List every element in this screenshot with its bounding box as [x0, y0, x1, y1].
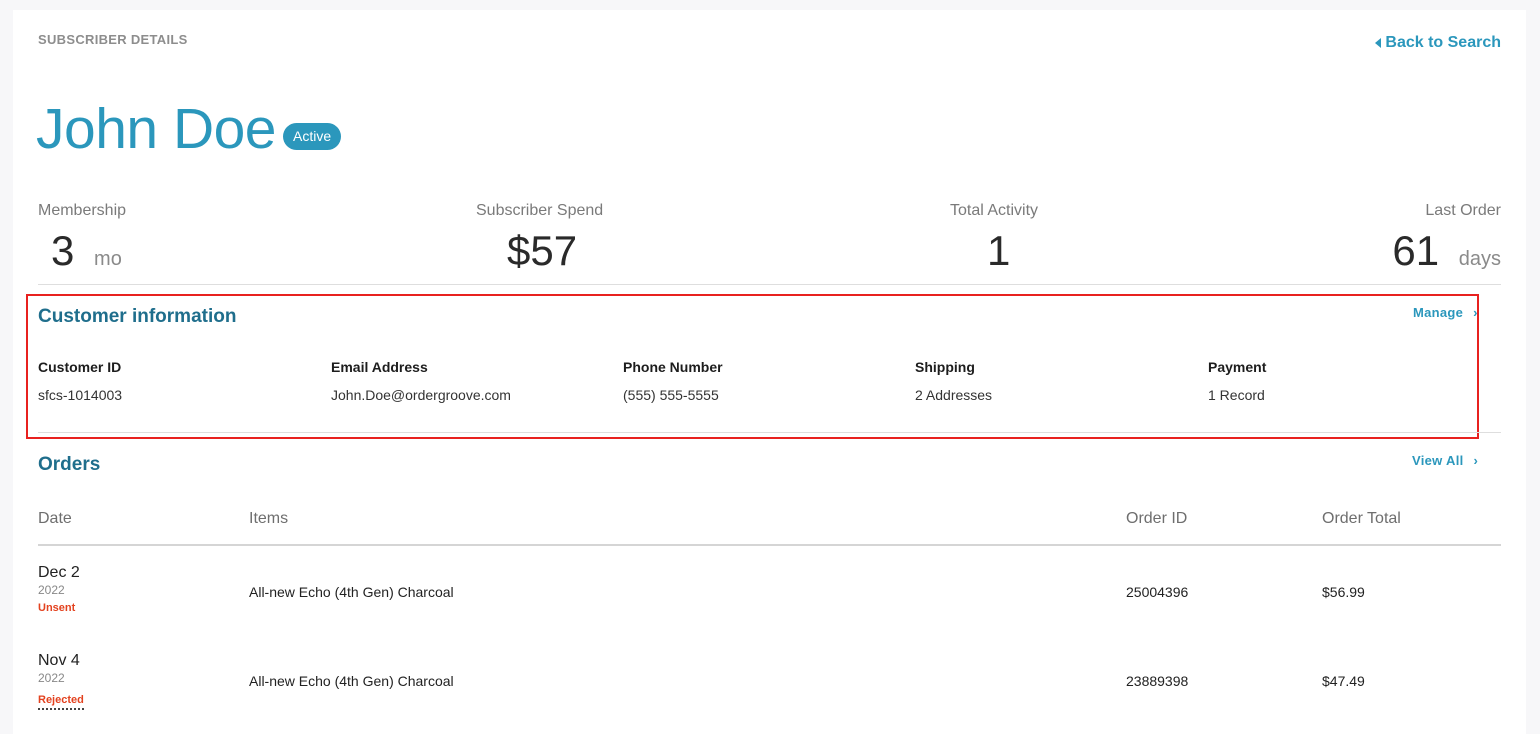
status-badge: Active [283, 123, 342, 150]
manage-link[interactable]: Manage › [1413, 305, 1478, 320]
column-header-items: Items [249, 510, 289, 527]
stat-activity-value: 1 [987, 227, 1011, 274]
email-label: Email Address [331, 359, 428, 375]
order-date: Nov 4 [38, 652, 80, 669]
customer-info-title: Customer information [38, 306, 237, 327]
table-row[interactable]: Dec 2 2022 Unsent [38, 564, 80, 614]
column-header-order-id: Order ID [1126, 510, 1188, 527]
stat-membership-number: 3 [51, 227, 75, 274]
order-total: $47.49 [1322, 673, 1365, 689]
order-year: 2022 [38, 671, 65, 685]
column-header-order-total: Order Total [1322, 510, 1401, 527]
orders-title: Orders [38, 454, 101, 475]
order-year: 2022 [38, 583, 65, 597]
order-id: 25004396 [1126, 584, 1189, 600]
order-total: $56.99 [1322, 584, 1365, 600]
chevron-right-icon: › [1473, 305, 1478, 320]
section-title: SUBSCRIBER DETAILS [38, 32, 188, 47]
phone-label: Phone Number [623, 359, 723, 375]
stat-last-order-label: Last Order [1425, 202, 1501, 219]
back-to-search-label: Back to Search [1385, 34, 1501, 51]
order-item: All-new Echo (4th Gen) Charcoal [249, 673, 454, 689]
stat-membership-label: Membership [38, 202, 127, 219]
customer-id-label: Customer ID [38, 359, 122, 375]
stat-activity-label: Total Activity [950, 202, 1039, 219]
shipping-value: 2 Addresses [915, 387, 993, 403]
order-item: All-new Echo (4th Gen) Charcoal [249, 584, 454, 600]
subscriber-name: John Doe [36, 97, 277, 161]
stat-spend-value: $57 [507, 227, 578, 274]
caret-left-icon [1375, 38, 1382, 48]
order-status: Unsent [38, 602, 76, 614]
customer-id-value: sfcs-1014003 [38, 387, 123, 403]
payment-label: Payment [1208, 359, 1267, 375]
back-to-search-link[interactable]: Back to Search [1375, 34, 1501, 52]
shipping-label: Shipping [915, 359, 975, 375]
table-row[interactable]: Nov 4 2022 Rejected [38, 652, 84, 710]
stat-membership-value: 3 mo [51, 230, 122, 272]
stat-membership-unit: mo [94, 248, 122, 270]
customer-info-divider [38, 432, 1501, 433]
order-date: Dec 2 [38, 564, 80, 581]
table-header-rule [38, 544, 1501, 546]
stat-last-order-unit: days [1458, 248, 1501, 270]
stat-last-order-number: 61 [1392, 227, 1440, 274]
stats-divider [38, 284, 1501, 285]
column-header-date: Date [38, 510, 72, 527]
payment-value: 1 Record [1208, 387, 1265, 403]
view-all-label: View All [1412, 453, 1464, 468]
order-status[interactable]: Rejected [38, 694, 84, 710]
stat-spend-label: Subscriber Spend [476, 202, 604, 219]
view-all-link[interactable]: View All › [1412, 453, 1478, 468]
subscriber-details-card: SUBSCRIBER DETAILS Back to Search John D… [13, 10, 1526, 734]
stat-last-order-value: 61 days [1392, 230, 1501, 272]
order-id: 23889398 [1126, 673, 1189, 689]
chevron-right-icon: › [1473, 453, 1479, 468]
phone-value: (555) 555-5555 [623, 387, 719, 403]
email-value: John.Doe@ordergroove.com [331, 387, 511, 403]
manage-label: Manage [1413, 305, 1464, 320]
